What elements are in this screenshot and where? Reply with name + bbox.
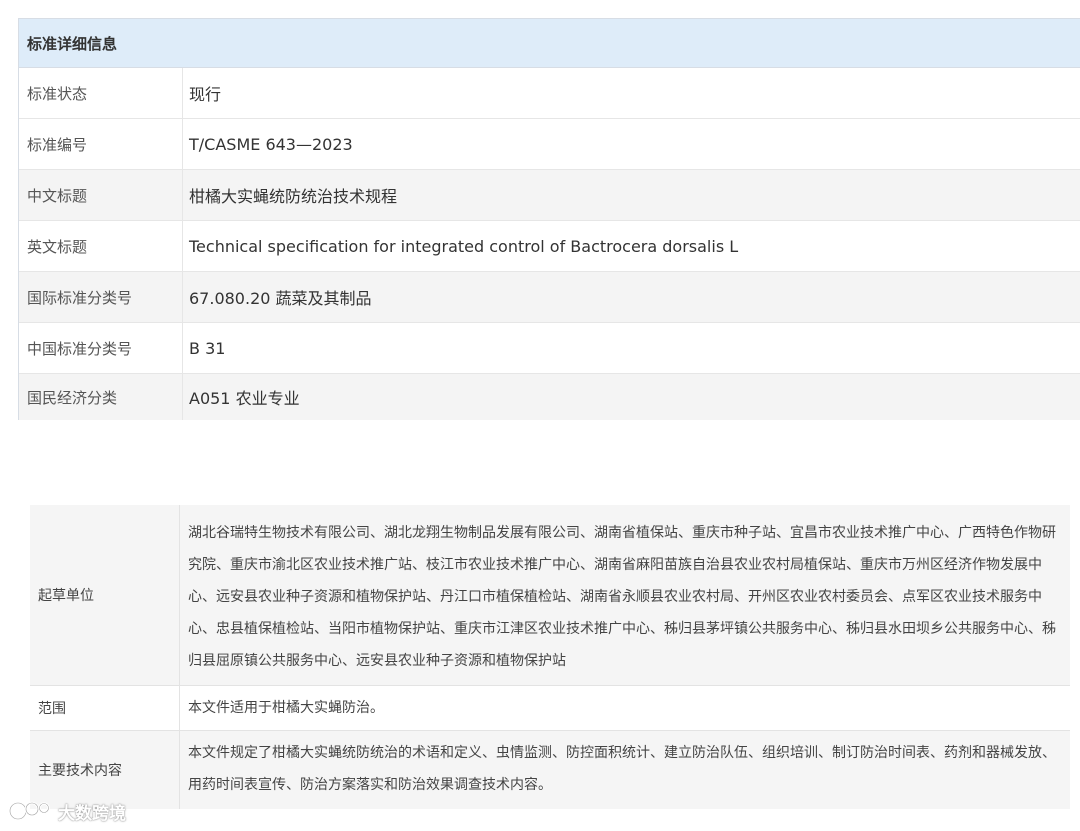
detail-label: 中国标准分类号: [19, 323, 183, 373]
detail-row-ccs: 中国标准分类号 B 31: [19, 323, 1080, 374]
detail-label: 英文标题: [19, 221, 183, 271]
detail-row-economic-class: 国民经济分类 A051 农业专业: [19, 374, 1080, 420]
standard-detail-table: 标准详细信息 标准状态 现行 标准编号 T/CASME 643—2023 中文标…: [18, 18, 1080, 420]
detail-value: B 31: [189, 338, 226, 358]
detail-table-header: 标准详细信息: [19, 19, 1080, 68]
draft-row-main-content: 主要技术内容 本文件规定了柑橘大实蝇统防统治的术语和定义、虫情监测、防控面积统计…: [30, 731, 1070, 809]
watermark-text: 大数跨境: [58, 803, 126, 824]
detail-row-number: 标准编号 T/CASME 643—2023: [19, 119, 1080, 170]
detail-label: 标准编号: [19, 119, 183, 169]
detail-label: 中文标题: [19, 170, 183, 220]
detail-value: 现行: [189, 85, 222, 104]
watermark: 大数跨境: [8, 796, 126, 826]
detail-row-chinese-title: 中文标题 柑橘大实蝇统防统治技术规程: [19, 170, 1080, 221]
detail-row-ics: 国际标准分类号 67.080.20 蔬菜及其制品: [19, 272, 1080, 323]
detail-value: 柑橘大实蝇统防统治技术规程: [189, 187, 398, 206]
detail-value: T/CASME 643—2023: [189, 134, 353, 154]
draft-label: 起草单位: [30, 505, 180, 685]
detail-label: 国际标准分类号: [19, 272, 183, 322]
detail-value: 67.080.20 蔬菜及其制品: [189, 289, 372, 308]
detail-value: Technical specification for integrated c…: [189, 236, 739, 256]
draft-value: 湖北谷瑞特生物技术有限公司、湖北龙翔生物制品发展有限公司、湖南省植保站、重庆市种…: [188, 525, 1056, 669]
detail-row-status: 标准状态 现行: [19, 68, 1080, 119]
draft-row-scope: 范围 本文件适用于柑橘大实蝇防治。: [30, 686, 1070, 731]
detail-label: 标准状态: [19, 68, 183, 118]
draft-value: 本文件规定了柑橘大实蝇统防统治的术语和定义、虫情监测、防控面积统计、建立防治队伍…: [188, 745, 1056, 793]
drafting-info-table: 起草单位 湖北谷瑞特生物技术有限公司、湖北龙翔生物制品发展有限公司、湖南省植保站…: [30, 505, 1070, 809]
detail-value: A051 农业专业: [189, 389, 300, 408]
draft-value: 本文件适用于柑橘大实蝇防治。: [188, 700, 384, 716]
draft-label: 范围: [30, 686, 180, 730]
brand-logo-icon: [8, 799, 52, 823]
detail-label: 国民经济分类: [19, 374, 183, 420]
draft-row-drafting-units: 起草单位 湖北谷瑞特生物技术有限公司、湖北龙翔生物制品发展有限公司、湖南省植保站…: [30, 505, 1070, 686]
detail-row-english-title: 英文标题 Technical specification for integra…: [19, 221, 1080, 272]
